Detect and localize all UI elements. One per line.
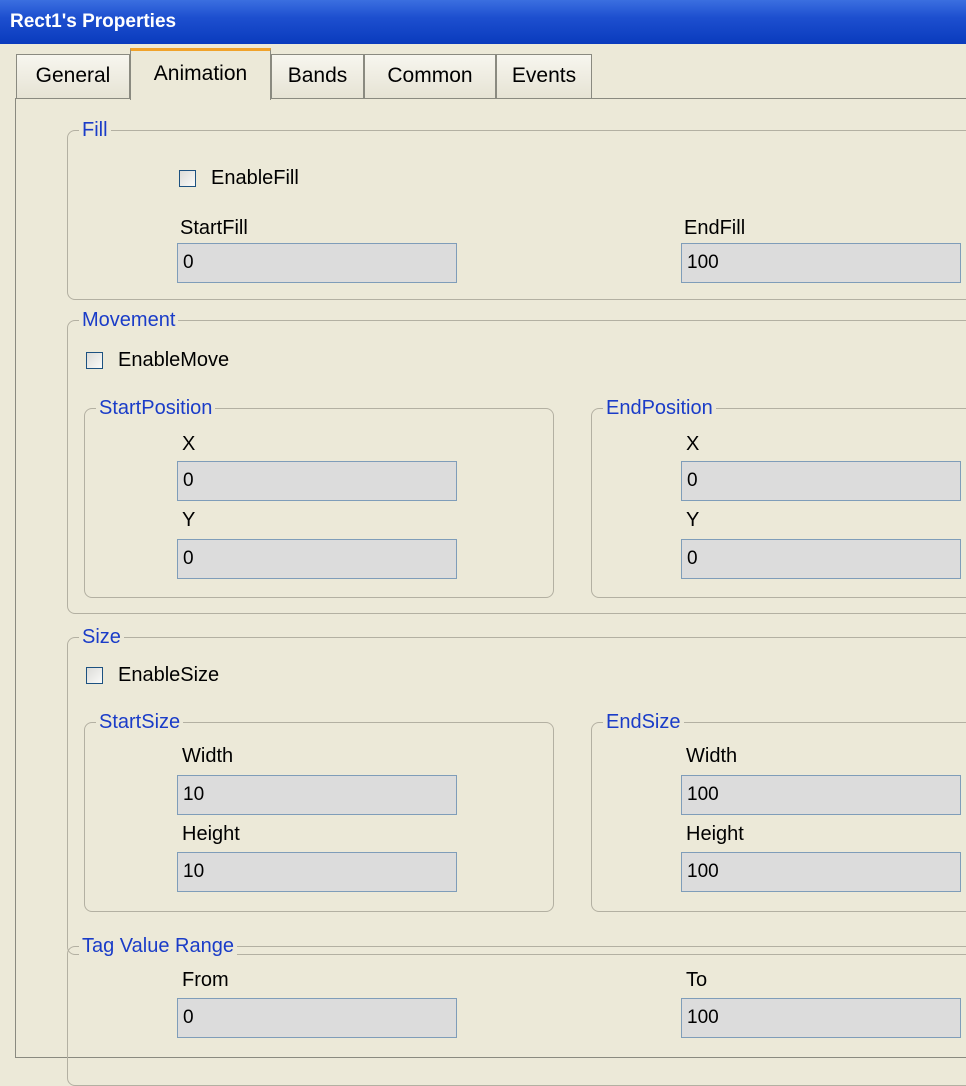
start-fill-label: StartFill	[180, 217, 248, 239]
movement-legend: Movement	[79, 309, 179, 331]
start-x-input[interactable]: 0	[177, 461, 457, 501]
to-input[interactable]: 100	[681, 998, 961, 1038]
tab-animation[interactable]: Animation	[130, 48, 271, 100]
end-fill-label: EndFill	[684, 217, 746, 239]
end-x-label: X	[686, 433, 700, 455]
start-height-input[interactable]: 10	[177, 852, 457, 892]
end-height-input[interactable]: 100	[681, 852, 961, 892]
fill-legend: Fill	[79, 119, 111, 141]
start-size-legend: StartSize	[96, 711, 184, 733]
from-input[interactable]: 0	[177, 998, 457, 1038]
end-x-input[interactable]: 0	[681, 461, 961, 501]
end-width-label: Width	[686, 745, 738, 767]
enable-size-checkbox[interactable]	[86, 667, 103, 684]
end-fill-input[interactable]: 100	[681, 243, 961, 283]
enable-size-label: EnableSize	[118, 664, 220, 686]
tab-bands[interactable]: Bands	[271, 54, 364, 98]
end-position-legend: EndPosition	[603, 397, 716, 419]
start-y-label: Y	[182, 509, 196, 531]
end-height-label: Height	[686, 823, 744, 845]
size-legend: Size	[79, 626, 124, 648]
tab-general[interactable]: General	[16, 54, 130, 98]
enable-fill-label: EnableFill	[211, 167, 299, 189]
start-width-input[interactable]: 10	[177, 775, 457, 815]
enable-fill-checkbox[interactable]	[179, 170, 196, 187]
end-y-label: Y	[686, 509, 700, 531]
tab-common[interactable]: Common	[364, 54, 496, 98]
start-position-legend: StartPosition	[96, 397, 216, 419]
start-x-label: X	[182, 433, 196, 455]
from-label: From	[182, 969, 229, 991]
end-size-legend: EndSize	[603, 711, 684, 733]
enable-move-label: EnableMove	[118, 349, 230, 371]
end-y-input[interactable]: 0	[681, 539, 961, 579]
start-y-input[interactable]: 0	[177, 539, 457, 579]
to-label: To	[686, 969, 708, 991]
end-width-input[interactable]: 100	[681, 775, 961, 815]
start-width-label: Width	[182, 745, 234, 767]
window-title: Rect1's Properties	[0, 0, 966, 44]
start-height-label: Height	[182, 823, 240, 845]
start-fill-input[interactable]: 0	[177, 243, 457, 283]
tag-value-range-legend: Tag Value Range	[79, 935, 237, 957]
enable-move-checkbox[interactable]	[86, 352, 103, 369]
tab-events[interactable]: Events	[496, 54, 592, 98]
